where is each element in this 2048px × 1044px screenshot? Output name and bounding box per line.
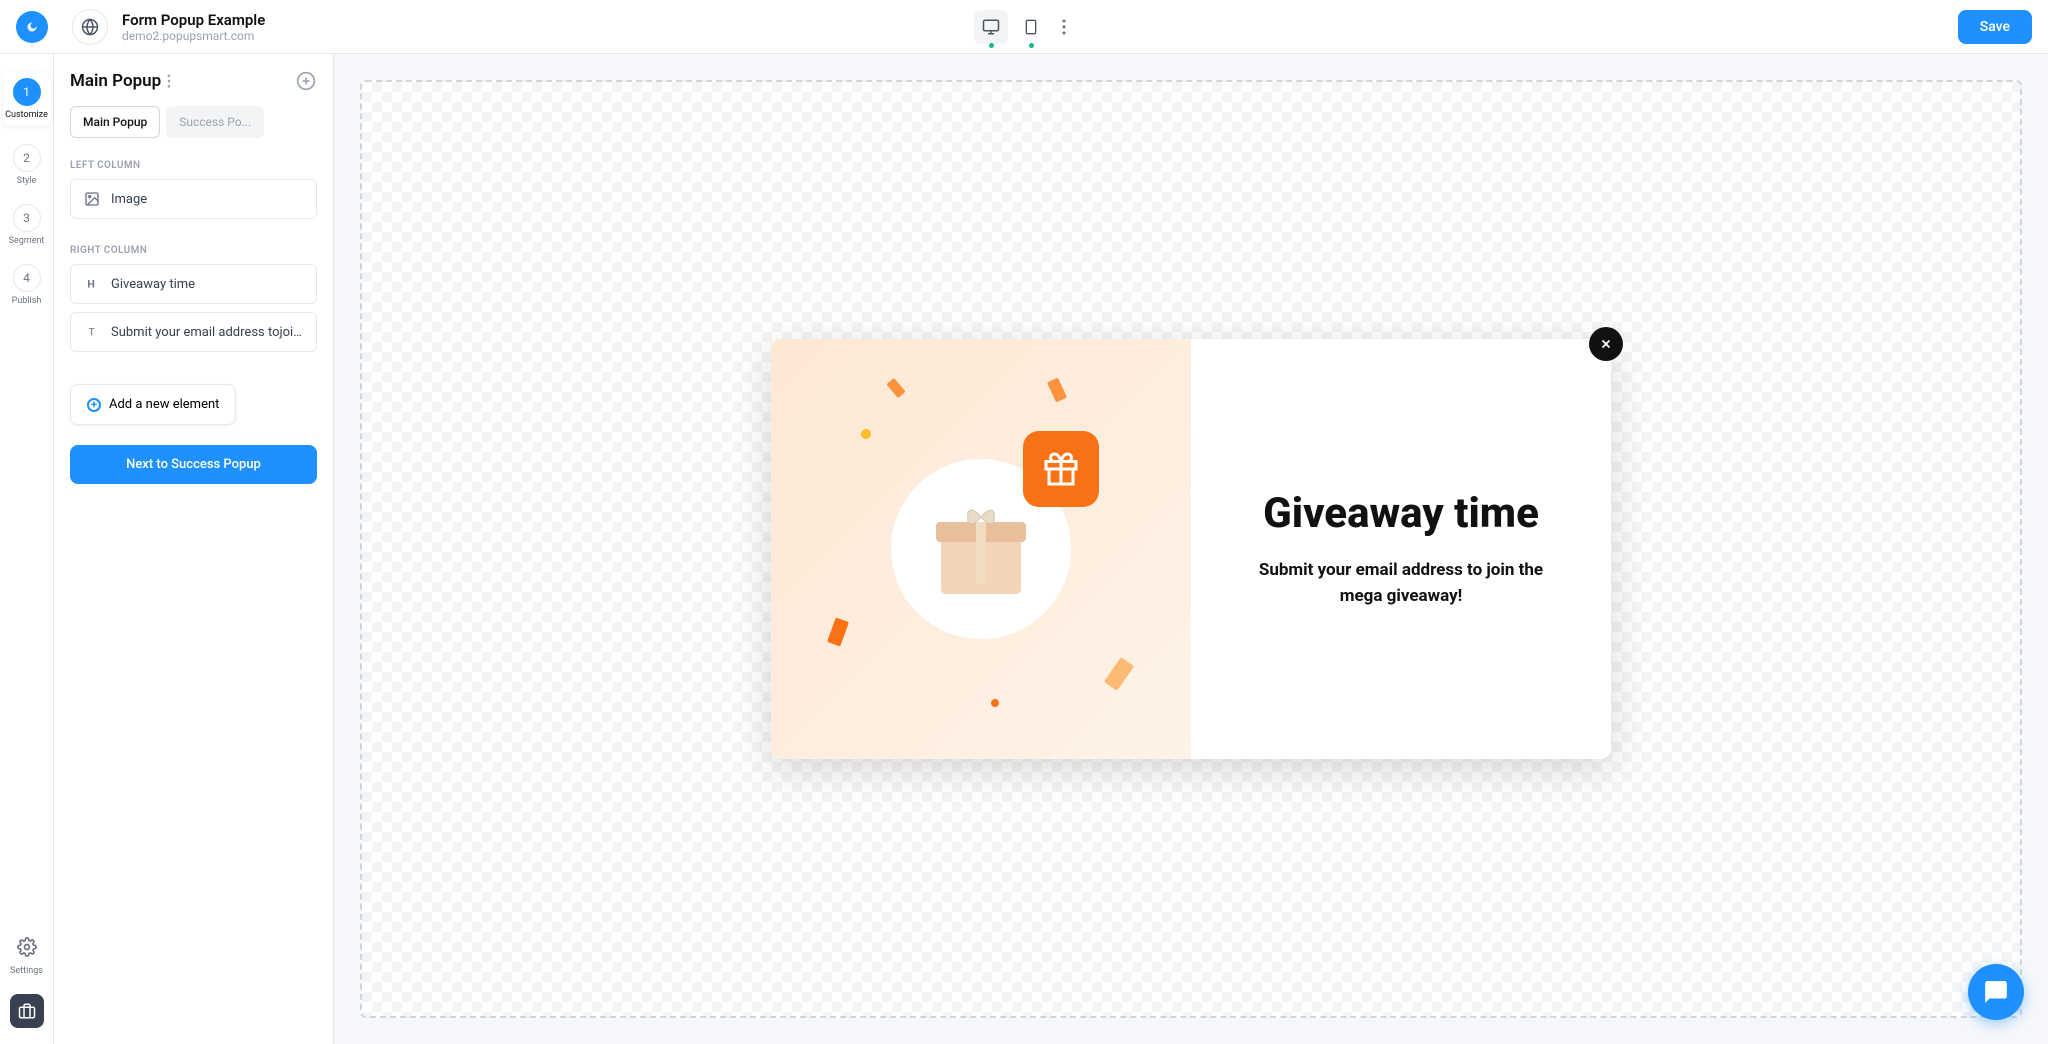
- desktop-preview-button[interactable]: [974, 10, 1008, 44]
- canvas-frame: Giveaway time Submit your email address …: [360, 80, 2022, 1018]
- step-number: 3: [13, 204, 41, 232]
- step-number: 2: [13, 144, 41, 172]
- tab-success-popup[interactable]: Success Po...: [166, 106, 264, 138]
- desktop-active-dot: [989, 43, 994, 48]
- settings-label: Settings: [10, 966, 43, 976]
- gift-box-icon: [936, 504, 1026, 594]
- text-icon: T: [83, 323, 101, 341]
- step-number: 1: [13, 78, 41, 106]
- confetti-icon: [991, 699, 999, 707]
- element-heading[interactable]: H Giveaway time: [70, 264, 317, 304]
- heading-icon: H: [83, 275, 101, 293]
- element-text[interactable]: T Submit your email address tojoin th...: [70, 312, 317, 352]
- confetti-icon: [1104, 657, 1134, 691]
- popup-preview: Giveaway time Submit your email address …: [771, 339, 1611, 759]
- add-element-button[interactable]: + Add a new element: [70, 384, 236, 425]
- settings-button[interactable]: [10, 930, 44, 964]
- confetti-icon: [827, 617, 849, 646]
- globe-icon: [72, 9, 108, 45]
- popup-image-panel[interactable]: [771, 339, 1191, 759]
- gift-circle: [891, 459, 1071, 639]
- page-subtitle: demo2.popupsmart.com: [122, 29, 265, 43]
- sidebar-title: Main Popup: [70, 71, 161, 91]
- add-popup-button[interactable]: [295, 70, 317, 92]
- step-label: Style: [17, 176, 37, 186]
- popup-close-button[interactable]: [1589, 327, 1623, 361]
- plus-icon: +: [87, 398, 101, 412]
- app-logo[interactable]: [16, 11, 48, 43]
- add-element-label: Add a new element: [109, 397, 219, 412]
- element-label: Submit your email address tojoin th...: [111, 325, 304, 340]
- popup-subtext[interactable]: Submit your email address to join the me…: [1251, 558, 1551, 609]
- step-label: Publish: [12, 296, 42, 306]
- mobile-active-dot: [1029, 43, 1034, 48]
- more-options-icon[interactable]: [1054, 10, 1074, 44]
- confetti-icon: [886, 378, 905, 398]
- step-label: Customize: [5, 110, 48, 120]
- step-style[interactable]: 2 Style: [3, 144, 51, 186]
- right-column-label: RIGHT COLUMN: [70, 245, 317, 256]
- gift-badge-icon: [1023, 431, 1099, 507]
- element-image[interactable]: Image: [70, 179, 317, 219]
- briefcase-button[interactable]: [10, 994, 44, 1028]
- step-label: Segment: [9, 236, 45, 246]
- mobile-preview-button[interactable]: [1014, 10, 1048, 44]
- confetti-icon: [861, 429, 871, 439]
- element-label: Image: [111, 192, 304, 207]
- left-column-label: LEFT COLUMN: [70, 160, 317, 171]
- tab-main-popup[interactable]: Main Popup: [70, 106, 160, 138]
- chat-help-button[interactable]: [1968, 964, 2024, 1020]
- popup-heading[interactable]: Giveaway time: [1263, 489, 1539, 538]
- svg-text:H: H: [87, 278, 94, 291]
- svg-text:T: T: [89, 326, 96, 339]
- image-icon: [83, 190, 101, 208]
- step-segment[interactable]: 3 Segment: [3, 204, 51, 246]
- page-title: Form Popup Example: [122, 11, 265, 29]
- save-button[interactable]: Save: [1958, 10, 2032, 44]
- step-number: 4: [13, 264, 41, 292]
- step-publish[interactable]: 4 Publish: [3, 264, 51, 306]
- next-button[interactable]: Next to Success Popup: [70, 445, 317, 484]
- confetti-icon: [1047, 377, 1067, 402]
- title-more-icon[interactable]: [167, 74, 171, 88]
- element-label: Giveaway time: [111, 277, 304, 292]
- step-customize[interactable]: 1 Customize: [3, 72, 51, 126]
